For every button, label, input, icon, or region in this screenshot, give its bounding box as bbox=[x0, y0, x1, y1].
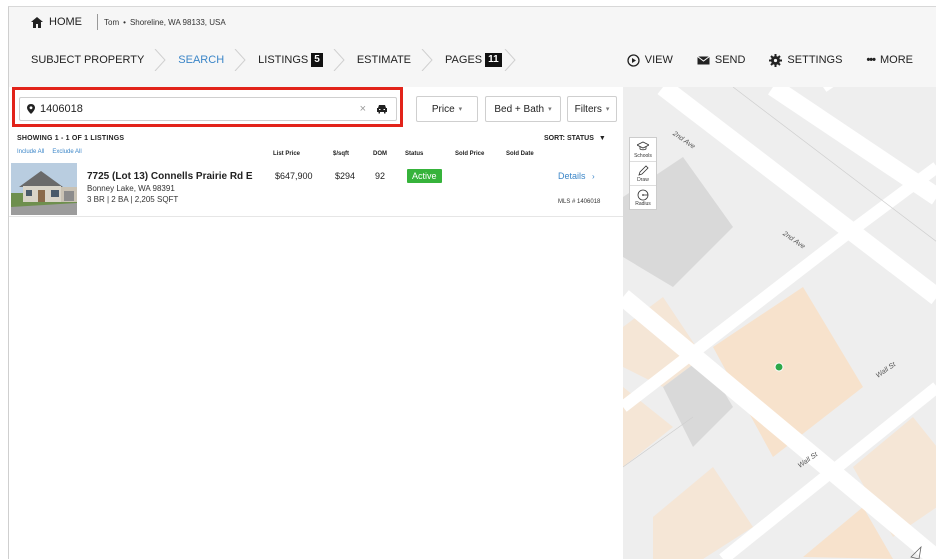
tab-estimate[interactable]: ESTIMATE bbox=[357, 48, 411, 72]
bed-bath-label: Bed + Bath bbox=[494, 103, 545, 115]
status-badge: Active bbox=[407, 169, 442, 183]
home-icon bbox=[31, 16, 43, 28]
price-label: Price bbox=[431, 103, 455, 115]
column-header-sold-price[interactable]: Sold Price bbox=[455, 151, 484, 157]
filters-dropdown[interactable]: Filters ▾ bbox=[567, 96, 617, 122]
include-exclude-links: Include All Exclude All bbox=[17, 149, 82, 155]
sort-dropdown[interactable]: SORT: STATUS ▼ bbox=[544, 135, 606, 142]
tab-label: SUBJECT PROPERTY bbox=[31, 54, 145, 66]
tab-label: SEARCH bbox=[178, 54, 225, 66]
top-bar: HOME Tom • Shoreline, WA 98133, USA bbox=[9, 7, 936, 37]
listings-count-badge: 5 bbox=[311, 53, 323, 67]
view-label: VIEW bbox=[644, 54, 673, 66]
tab-subject-property[interactable]: SUBJECT PROPERTY bbox=[31, 48, 144, 72]
pencil-icon bbox=[638, 165, 649, 176]
search-highlight: 1406018 × bbox=[12, 87, 403, 127]
home-label: HOME bbox=[49, 16, 82, 28]
clear-search-icon[interactable]: × bbox=[360, 103, 366, 115]
chevron-down-icon: ▾ bbox=[458, 106, 463, 113]
draw-tool[interactable]: Draw bbox=[630, 162, 656, 186]
radius-label: Radius bbox=[635, 201, 651, 207]
property-marker-icon[interactable] bbox=[774, 362, 784, 372]
envelope-icon bbox=[697, 55, 710, 64]
location-text: Shoreline, WA 98133, USA bbox=[129, 17, 226, 27]
chevron-down-icon: ▾ bbox=[548, 106, 552, 113]
location-pin-icon bbox=[27, 104, 35, 114]
chevron-right-icon: › bbox=[592, 172, 595, 181]
sort-label: SORT: STATUS bbox=[544, 135, 594, 142]
tab-listings[interactable]: LISTINGS 5 bbox=[258, 48, 323, 72]
send-label: SEND bbox=[714, 54, 746, 66]
tab-label: LISTINGS bbox=[258, 54, 309, 66]
price-sqft-value: $294 bbox=[335, 171, 356, 181]
listing-specs: 3 BR | 2 BA | 2,205 SQFT bbox=[87, 195, 179, 204]
tab-pages[interactable]: PAGES 11 bbox=[445, 48, 502, 72]
breadcrumb-chevron-icon bbox=[234, 49, 246, 71]
listing-address[interactable]: 7725 (Lot 13) Connells Prairie Rd E bbox=[87, 171, 253, 182]
listings-panel: 1406018 × Price ▾ Bed + Bath ▾ Filters ▾… bbox=[9, 87, 623, 559]
details-label: Details bbox=[558, 171, 586, 181]
chevron-down-icon: ▾ bbox=[605, 106, 610, 113]
details-link[interactable]: Details › bbox=[558, 171, 595, 181]
tab-label: ESTIMATE bbox=[356, 54, 412, 66]
location-info: Tom • Shoreline, WA 98133, USA bbox=[104, 18, 226, 27]
schools-tool[interactable]: Schools bbox=[630, 138, 656, 162]
map-view[interactable]: 2nd Ave 2nd Ave Wall St Wall St St Schoo… bbox=[623, 87, 936, 559]
map-canvas bbox=[623, 87, 936, 559]
column-header-status[interactable]: Status bbox=[405, 151, 423, 157]
radius-icon bbox=[637, 189, 649, 201]
listing-row[interactable]: 7725 (Lot 13) Connells Prairie Rd E Bonn… bbox=[9, 161, 623, 217]
gear-icon bbox=[769, 53, 783, 67]
draw-label: Draw bbox=[637, 177, 649, 183]
column-header-dom[interactable]: DOM bbox=[373, 151, 387, 157]
radius-tool[interactable]: Radius bbox=[630, 186, 656, 209]
user-name: Tom bbox=[104, 17, 120, 27]
divider bbox=[97, 14, 98, 30]
tab-search[interactable]: SEARCH bbox=[178, 48, 224, 72]
dot-separator: • bbox=[123, 17, 126, 27]
app-window: HOME Tom • Shoreline, WA 98133, USA SUBJ… bbox=[8, 6, 936, 559]
settings-button[interactable]: SETTINGS bbox=[769, 53, 843, 67]
breadcrumb-chevron-icon bbox=[333, 49, 345, 71]
home-link[interactable]: HOME bbox=[31, 16, 82, 28]
search-value: 1406018 bbox=[40, 103, 83, 115]
breadcrumb-chevron-icon bbox=[504, 49, 516, 71]
play-circle-icon bbox=[627, 53, 640, 67]
column-header-price-sqft[interactable]: $/sqft bbox=[333, 151, 349, 157]
map-tools: Schools Draw Radius bbox=[629, 137, 657, 210]
include-all-link[interactable]: Include All bbox=[17, 149, 44, 155]
pages-count-badge: 11 bbox=[485, 53, 502, 67]
dom-value: 92 bbox=[375, 171, 386, 181]
more-label: MORE bbox=[880, 54, 913, 66]
tab-label: PAGES bbox=[445, 54, 483, 66]
breadcrumb-chevron-icon bbox=[421, 49, 433, 71]
caret-down-icon: ▼ bbox=[598, 135, 606, 142]
bed-bath-dropdown[interactable]: Bed + Bath ▾ bbox=[485, 96, 561, 122]
results-count: SHOWING 1 - 1 OF 1 LISTINGS bbox=[17, 135, 125, 142]
price-dropdown[interactable]: Price ▾ bbox=[416, 96, 478, 122]
mls-number: MLS # 1406018 bbox=[558, 199, 601, 205]
more-button[interactable]: ••• MORE bbox=[866, 54, 913, 66]
exclude-all-link[interactable]: Exclude All bbox=[52, 149, 81, 155]
nav-actions: VIEW SEND SETTINGS ••• MORE bbox=[627, 43, 913, 77]
settings-label: SETTINGS bbox=[787, 54, 843, 66]
car-icon[interactable] bbox=[376, 104, 388, 114]
graduation-cap-icon bbox=[637, 141, 649, 151]
view-button[interactable]: VIEW bbox=[627, 53, 673, 67]
listing-city: Bonney Lake, WA 98391 bbox=[87, 184, 175, 193]
ellipsis-icon: ••• bbox=[866, 54, 876, 66]
filters-label: Filters bbox=[574, 103, 602, 115]
main-nav: SUBJECT PROPERTY SEARCH LISTINGS 5 ESTIMA… bbox=[9, 43, 936, 77]
list-price-value: $647,900 bbox=[275, 171, 313, 181]
breadcrumb-chevron-icon bbox=[154, 49, 166, 71]
listing-photo[interactable] bbox=[11, 163, 77, 215]
send-button[interactable]: SEND bbox=[697, 54, 746, 67]
schools-label: Schools bbox=[634, 153, 652, 159]
search-input[interactable]: 1406018 × bbox=[19, 97, 397, 121]
house-photo-image bbox=[11, 163, 77, 215]
column-header-list-price[interactable]: List Price bbox=[273, 151, 300, 157]
column-header-sold-date[interactable]: Sold Date bbox=[506, 151, 534, 157]
